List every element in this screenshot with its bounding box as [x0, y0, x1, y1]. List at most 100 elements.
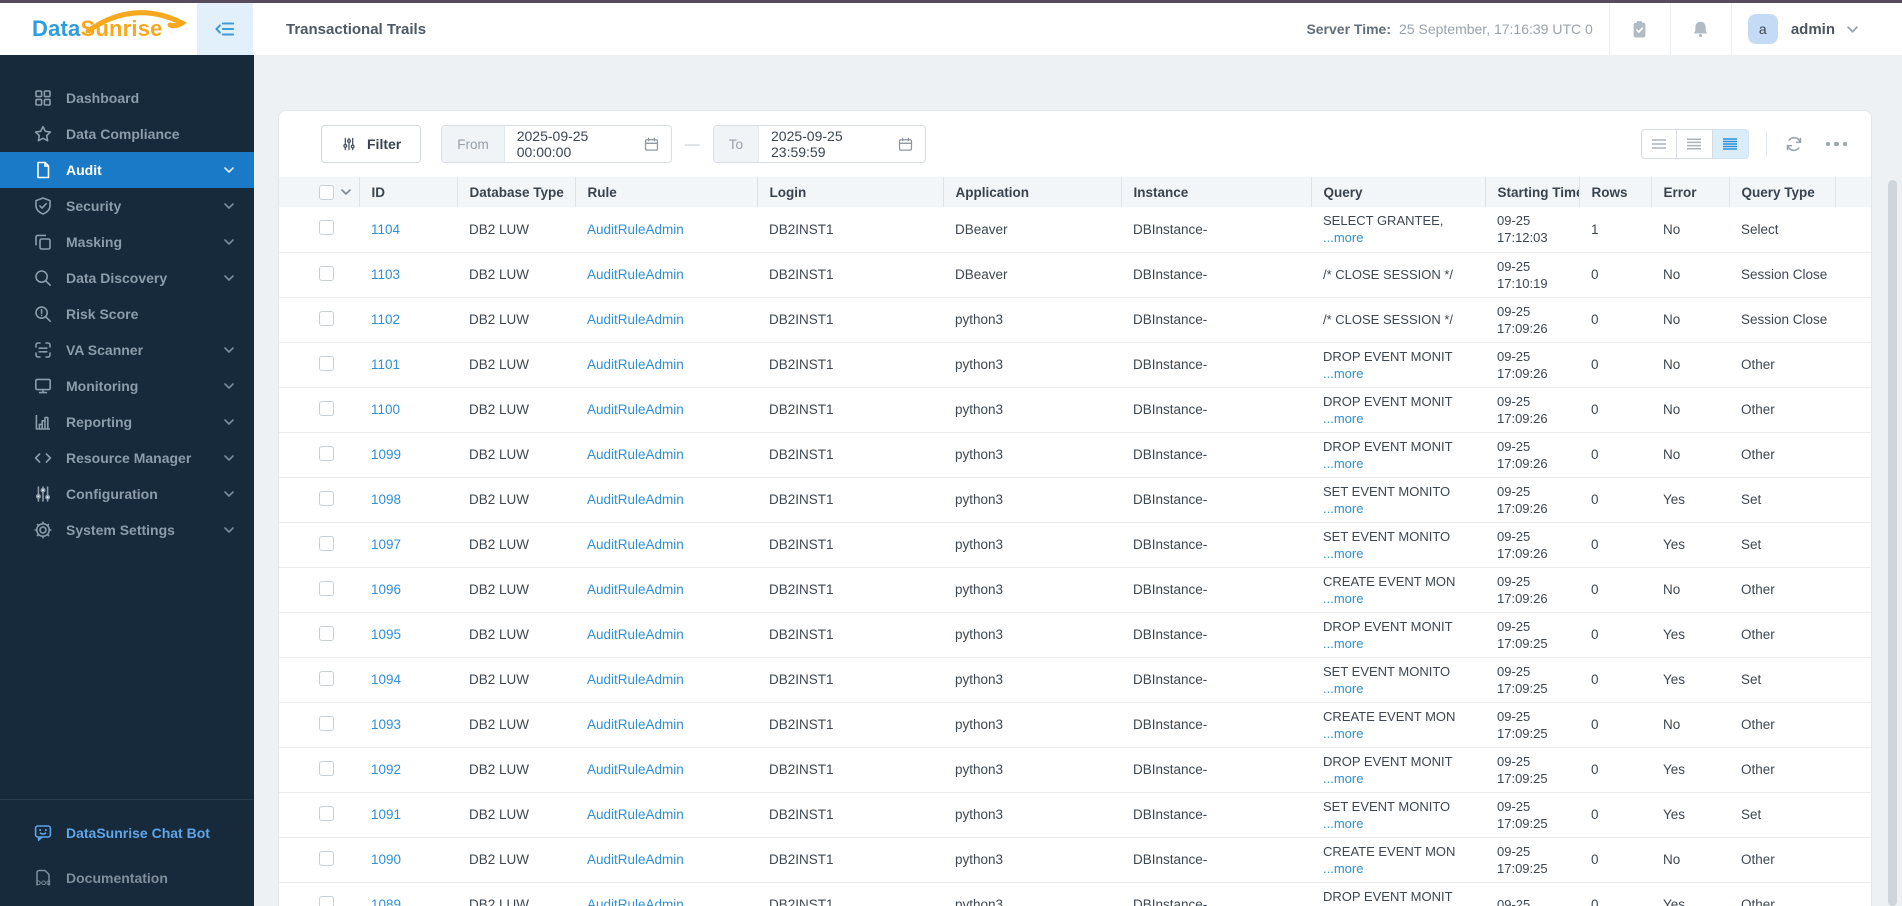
view-mode-medium-button[interactable] — [1676, 129, 1713, 159]
cell-id-link[interactable]: 1095 — [371, 627, 401, 642]
column-header-rule[interactable]: Rule — [575, 177, 758, 207]
row-checkbox[interactable] — [319, 445, 334, 461]
cell-id-link[interactable]: 1104 — [371, 222, 400, 237]
sidebar-item-va-scanner[interactable]: VA Scanner — [0, 332, 254, 368]
query-more-link[interactable]: ...more — [1323, 860, 1485, 877]
view-mode-loose-button[interactable] — [1640, 129, 1677, 159]
row-checkbox[interactable] — [319, 265, 334, 281]
row-checkbox[interactable] — [319, 760, 334, 776]
row-checkbox[interactable] — [319, 400, 334, 416]
column-header-query[interactable]: Query — [1311, 177, 1486, 207]
column-header-rows[interactable]: Rows — [1579, 177, 1652, 207]
column-header-database-type[interactable]: Database Type — [457, 177, 576, 207]
cell-id-link[interactable]: 1094 — [371, 672, 401, 687]
row-checkbox[interactable] — [319, 580, 334, 596]
cell-rule-link[interactable]: AuditRuleAdmin — [587, 357, 684, 372]
sidebar-item-risk-score[interactable]: Risk Score — [0, 296, 254, 332]
query-more-link[interactable]: ...more — [1323, 725, 1485, 742]
column-header-login[interactable]: Login — [757, 177, 944, 207]
filter-button[interactable]: Filter — [321, 125, 422, 163]
cell-rule-link[interactable]: AuditRuleAdmin — [587, 267, 684, 282]
query-more-link[interactable]: ...more — [1323, 635, 1485, 652]
column-header-starting-time[interactable]: Starting Time — [1485, 177, 1580, 207]
tasks-button[interactable] — [1610, 3, 1670, 55]
sidebar-item-masking[interactable]: Masking — [0, 224, 254, 260]
vertical-scrollbar[interactable] — [1888, 180, 1897, 906]
cell-id-link[interactable]: 1098 — [371, 492, 401, 507]
cell-rule-link[interactable]: AuditRuleAdmin — [587, 537, 684, 552]
cell-id-link[interactable]: 1099 — [371, 447, 401, 462]
column-header-instance[interactable]: Instance — [1121, 177, 1312, 207]
cell-rule-link[interactable]: AuditRuleAdmin — [587, 852, 684, 867]
query-more-link[interactable]: ...more — [1323, 500, 1485, 517]
cell-rule-link[interactable]: AuditRuleAdmin — [587, 672, 684, 687]
row-checkbox[interactable] — [319, 355, 334, 371]
query-more-link[interactable]: ...more — [1323, 770, 1485, 787]
cell-rule-link[interactable]: AuditRuleAdmin — [587, 447, 684, 462]
query-more-link[interactable]: ...more — [1323, 410, 1485, 427]
cell-rule-link[interactable]: AuditRuleAdmin — [587, 627, 684, 642]
query-more-link[interactable]: ...more — [1323, 229, 1485, 246]
query-more-link[interactable]: ...more — [1323, 590, 1485, 607]
sidebar-item-data-compliance[interactable]: Data Compliance — [0, 116, 254, 152]
cell-rule-link[interactable]: AuditRuleAdmin — [587, 312, 684, 327]
cell-id-link[interactable]: 1101 — [371, 357, 400, 372]
sidebar-item-security[interactable]: Security — [0, 188, 254, 224]
cell-rule-link[interactable]: AuditRuleAdmin — [587, 402, 684, 417]
notifications-button[interactable] — [1671, 3, 1731, 55]
query-more-link[interactable]: ...more — [1323, 680, 1485, 697]
cell-rule-link[interactable]: AuditRuleAdmin — [587, 582, 684, 597]
cell-id-link[interactable]: 1100 — [371, 402, 400, 417]
query-more-link[interactable]: ...more — [1323, 545, 1485, 562]
cell-id-link[interactable]: 1096 — [371, 582, 401, 597]
cell-id-link[interactable]: 1093 — [371, 717, 401, 732]
view-mode-dense-button[interactable] — [1712, 129, 1749, 159]
calendar-icon[interactable] — [897, 136, 914, 153]
user-menu[interactable]: a admin — [1732, 3, 1902, 55]
sidebar-item-system-settings[interactable]: System Settings — [0, 512, 254, 548]
row-checkbox[interactable] — [319, 310, 334, 326]
row-checkbox[interactable] — [319, 490, 334, 506]
row-checkbox[interactable] — [319, 220, 334, 236]
row-checkbox[interactable] — [319, 895, 334, 906]
row-checkbox[interactable] — [319, 625, 334, 641]
date-to-input[interactable]: 2025-09-25 23:59:59 — [759, 128, 897, 160]
row-checkbox[interactable] — [319, 715, 334, 731]
sidebar-item-audit[interactable]: Audit — [0, 152, 254, 188]
refresh-button[interactable] — [1784, 134, 1804, 154]
cell-id-link[interactable]: 1102 — [371, 312, 400, 327]
cell-rule-link[interactable]: AuditRuleAdmin — [587, 492, 684, 507]
sidebar-item-monitoring[interactable]: Monitoring — [0, 368, 254, 404]
sidebar-item-dashboard[interactable]: Dashboard — [0, 80, 254, 116]
sidebar-item-documentation[interactable]: Documentation — [0, 855, 254, 900]
cell-rule-link[interactable]: AuditRuleAdmin — [587, 807, 684, 822]
calendar-icon[interactable] — [643, 136, 660, 153]
sidebar-collapse-button[interactable] — [197, 3, 253, 55]
cell-id-link[interactable]: 1089 — [371, 897, 401, 906]
cell-id-link[interactable]: 1091 — [371, 807, 401, 822]
sidebar-item-chat-bot[interactable]: DataSunrise Chat Bot — [0, 810, 254, 855]
sidebar-item-configuration[interactable]: Configuration — [0, 476, 254, 512]
sidebar-item-resource-manager[interactable]: Resource Manager — [0, 440, 254, 476]
row-checkbox[interactable] — [319, 535, 334, 551]
cell-rule-link[interactable]: AuditRuleAdmin — [587, 897, 684, 906]
cell-id-link[interactable]: 1097 — [371, 537, 401, 552]
date-from-input[interactable]: 2025-09-25 00:00:00 — [505, 128, 643, 160]
sidebar-item-data-discovery[interactable]: Data Discovery — [0, 260, 254, 296]
cell-id-link[interactable]: 1092 — [371, 762, 401, 777]
row-checkbox[interactable] — [319, 670, 334, 686]
column-header-error[interactable]: Error — [1651, 177, 1730, 207]
row-checkbox[interactable] — [319, 805, 334, 821]
column-header-query-type[interactable]: Query Type — [1729, 177, 1836, 207]
cell-id-link[interactable]: 1103 — [371, 267, 400, 282]
select-options-chevron-icon[interactable] — [341, 189, 351, 195]
logo[interactable]: DataSunrise — [0, 3, 197, 55]
query-more-link[interactable]: ...more — [1323, 455, 1485, 472]
column-header-id[interactable]: ID — [359, 177, 458, 207]
cell-rule-link[interactable]: AuditRuleAdmin — [587, 717, 684, 732]
column-header-application[interactable]: Application — [943, 177, 1122, 207]
more-actions-button[interactable] — [1824, 138, 1850, 151]
select-all-checkbox[interactable] — [319, 184, 334, 200]
cell-rule-link[interactable]: AuditRuleAdmin — [587, 222, 684, 237]
query-more-link[interactable]: ...more — [1323, 365, 1485, 382]
